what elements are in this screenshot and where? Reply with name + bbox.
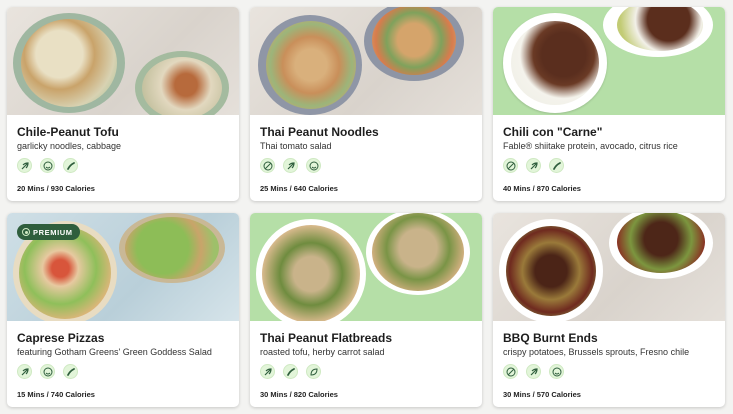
leaf-sprout-icon — [17, 158, 32, 173]
meal-photo[interactable] — [7, 7, 239, 115]
smile-icon — [306, 158, 321, 173]
leaf-sprout-icon — [17, 364, 32, 379]
time-calories: 25 Mins / 640 Calories — [260, 184, 338, 193]
smile-icon — [549, 364, 564, 379]
time-calories: 30 Mins / 820 Calories — [260, 390, 338, 399]
meal-card[interactable]: BBQ Burnt Ends crispy potatoes, Brussels… — [493, 213, 725, 407]
leaf-sprout-icon — [526, 158, 541, 173]
gluten-free-icon — [503, 364, 518, 379]
diet-icons — [17, 158, 229, 173]
time-calories: 30 Mins / 570 Calories — [503, 390, 581, 399]
premium-label: PREMIUM — [33, 227, 73, 237]
meal-subtitle: featuring Gotham Greens' Green Goddess S… — [17, 347, 212, 357]
time-calories: 15 Mins / 740 Calories — [17, 390, 95, 399]
meal-title[interactable]: Thai Peanut Flatbreads — [260, 331, 472, 346]
diet-icons — [260, 364, 472, 379]
meal-photo[interactable]: PREMIUM — [7, 213, 239, 321]
leaf-sprout-icon — [260, 364, 275, 379]
leaf-sprout-icon — [526, 364, 541, 379]
gluten-free-icon — [503, 158, 518, 173]
time-calories: 20 Mins / 930 Calories — [17, 184, 95, 193]
meal-title[interactable]: Chili con "Carne" — [503, 125, 715, 140]
meal-photo[interactable] — [493, 7, 725, 115]
meal-photo[interactable] — [250, 213, 482, 321]
meal-subtitle: garlicky noodles, cabbage — [17, 141, 122, 151]
gluten-free-icon — [260, 158, 275, 173]
meal-subtitle: Thai tomato salad — [260, 141, 332, 151]
meal-subtitle: Fable® shiitake protein, avocado, citrus… — [503, 141, 678, 151]
meal-card[interactable]: PREMIUM Caprese Pizzas featuring Gotham … — [7, 213, 239, 407]
meal-title[interactable]: Caprese Pizzas — [17, 331, 229, 346]
meal-card[interactable]: Thai Peanut Noodles Thai tomato salad 25… — [250, 7, 482, 201]
diet-icons — [260, 158, 472, 173]
pepper-icon — [549, 158, 564, 173]
meal-title[interactable]: Chile-Peanut Tofu — [17, 125, 229, 140]
time-calories: 40 Mins / 870 Calories — [503, 184, 581, 193]
meal-card[interactable]: Chili con "Carne" Fable® shiitake protei… — [493, 7, 725, 201]
meal-subtitle: roasted tofu, herby carrot salad — [260, 347, 385, 357]
meal-title[interactable]: Thai Peanut Noodles — [260, 125, 472, 140]
meal-photo[interactable] — [493, 213, 725, 321]
premium-icon — [22, 228, 30, 236]
pepper-icon — [63, 158, 78, 173]
smile-icon — [40, 364, 55, 379]
pepper-icon — [283, 364, 298, 379]
meal-card[interactable]: Chile-Peanut Tofu garlicky noodles, cabb… — [7, 7, 239, 201]
smile-icon — [40, 158, 55, 173]
meal-photo[interactable] — [250, 7, 482, 115]
meal-grid: Chile-Peanut Tofu garlicky noodles, cabb… — [7, 7, 725, 407]
diet-icons — [503, 158, 715, 173]
meal-title[interactable]: BBQ Burnt Ends — [503, 331, 715, 346]
meal-card[interactable]: Thai Peanut Flatbreads roasted tofu, her… — [250, 213, 482, 407]
diet-icons — [17, 364, 229, 379]
leaf-icon — [306, 364, 321, 379]
diet-icons — [503, 364, 715, 379]
premium-badge: PREMIUM — [17, 224, 80, 240]
pepper-icon — [63, 364, 78, 379]
meal-subtitle: crispy potatoes, Brussels sprouts, Fresn… — [503, 347, 690, 357]
leaf-sprout-icon — [283, 158, 298, 173]
